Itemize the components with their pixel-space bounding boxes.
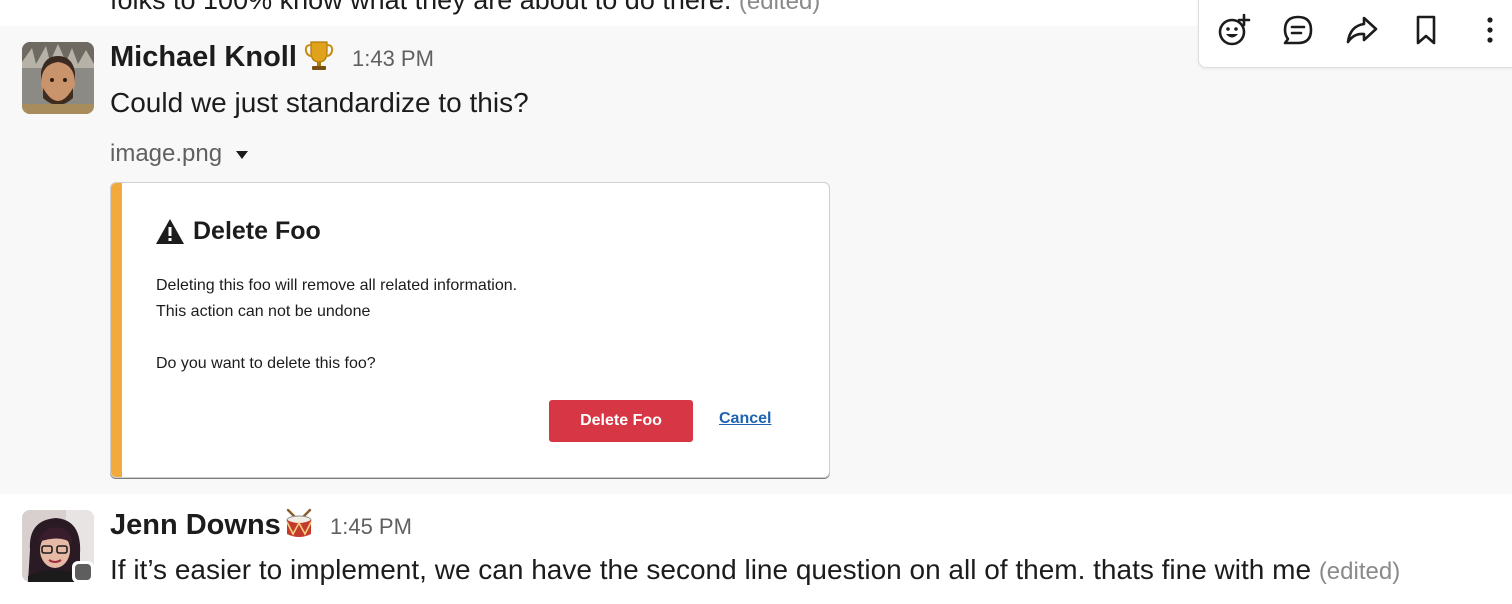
image-attachment[interactable]: Delete Foo Deleting this foo will remove… <box>110 182 830 478</box>
previous-message-body: folks to 100% know what they are about t… <box>110 0 732 15</box>
file-name-toggle[interactable]: image.png <box>110 140 249 168</box>
add-reaction-icon <box>1218 13 1251 46</box>
previous-message-text: folks to 100% know what they are about t… <box>110 0 820 16</box>
dialog-title-text: Delete Foo <box>193 217 321 245</box>
delete-foo-button: Delete Foo <box>549 400 693 442</box>
timestamp[interactable]: 1:43 PM <box>352 46 434 72</box>
dialog-line-1: Deleting this foo will remove all relate… <box>156 277 518 294</box>
trophy-icon[interactable] <box>304 40 334 70</box>
cancel-link: Cancel <box>719 410 772 427</box>
share-message-button[interactable] <box>1341 9 1383 51</box>
edited-label: (edited) <box>1318 558 1401 585</box>
avatar-michael-knoll[interactable] <box>22 42 94 114</box>
bookmark-icon <box>1416 15 1436 45</box>
share-icon <box>1346 16 1378 44</box>
dialog-line-3: Do you want to delete this foo? <box>156 355 376 372</box>
edited-label: (edited) <box>738 0 821 15</box>
save-message-button[interactable] <box>1405 9 1447 51</box>
message-actions-toolbar <box>1198 0 1512 68</box>
add-reaction-button[interactable] <box>1213 9 1255 51</box>
reply-in-thread-icon <box>1283 15 1313 45</box>
sender-name[interactable]: Michael Knoll <box>110 40 297 74</box>
dialog-body: Deleting this foo will remove all relate… <box>156 273 517 377</box>
dialog-line-2: This action can not be undone <box>156 303 371 320</box>
message-text: If it’s easier to implement, we can have… <box>110 553 1400 589</box>
message-body: If it’s easier to implement, we can have… <box>110 554 1312 585</box>
message-text: Could we just standardize to this? <box>110 87 529 118</box>
timestamp[interactable]: 1:45 PM <box>330 514 412 540</box>
more-actions-button[interactable] <box>1469 9 1511 51</box>
message-pane: folks to 100% know what they are about t… <box>0 0 1512 604</box>
file-name-label: image.png <box>110 140 223 167</box>
warning-icon <box>156 219 184 244</box>
drum-icon[interactable] <box>284 508 314 538</box>
dialog-title: Delete Foo <box>155 217 321 246</box>
message-michael-knoll[interactable]: Michael Knoll 1:43 PM Could we just stan… <box>0 26 1512 494</box>
chevron-down-icon <box>236 151 249 159</box>
sender-name[interactable]: Jenn Downs <box>110 508 281 542</box>
reply-in-thread-button[interactable] <box>1277 9 1319 51</box>
more-actions-icon <box>1487 17 1493 43</box>
presence-indicator <box>72 561 94 583</box>
dialog-accent-bar <box>111 183 122 477</box>
